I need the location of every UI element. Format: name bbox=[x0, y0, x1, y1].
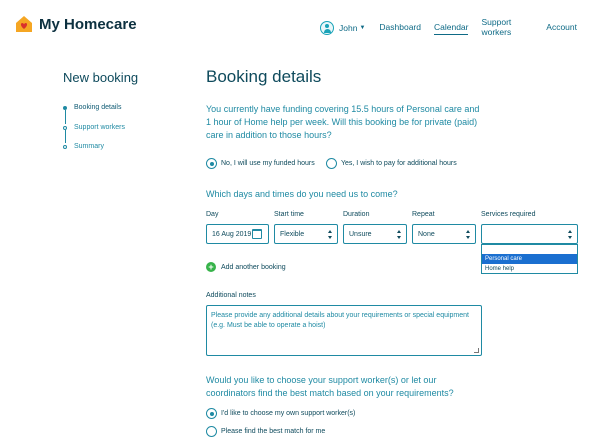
option-personal-care[interactable]: Personal care bbox=[482, 254, 577, 264]
step-label: Summary bbox=[74, 143, 104, 150]
brand-name: My Homecare bbox=[39, 15, 137, 33]
calendar-icon[interactable] bbox=[252, 229, 262, 239]
radio-use-funded[interactable]: No, I will use my funded hours bbox=[206, 158, 315, 169]
chevron-down-icon: ▼ bbox=[359, 25, 366, 31]
day-value: 16 Aug 2019 bbox=[212, 230, 252, 238]
services-dropdown: Personal care Home help bbox=[481, 244, 578, 274]
nav-account[interactable]: Account bbox=[546, 22, 577, 34]
select-arrows-icon bbox=[328, 230, 333, 239]
house-heart-icon bbox=[15, 15, 33, 33]
step-summary[interactable]: Summary bbox=[63, 143, 125, 163]
radio-best-match[interactable]: Please find the best match for me bbox=[206, 426, 325, 437]
notes-label: Additional notes bbox=[206, 292, 256, 299]
select-arrows-icon bbox=[568, 230, 573, 239]
notes-placeholder: Please provide any additional details ab… bbox=[211, 312, 469, 329]
step-list: Booking details Support workers Summary bbox=[63, 104, 125, 163]
worker-question: Would you like to choose your support wo… bbox=[206, 375, 454, 398]
radio-unchecked-icon[interactable] bbox=[326, 158, 337, 169]
plus-icon: + bbox=[206, 262, 216, 272]
step-label: Support workers bbox=[74, 123, 125, 131]
repeat-select[interactable]: None bbox=[412, 224, 476, 244]
sidebar-title: New booking bbox=[63, 70, 139, 85]
user-name: John bbox=[339, 23, 358, 33]
radio-label: Please find the best match for me bbox=[221, 428, 326, 435]
services-label: Services required bbox=[481, 211, 536, 218]
start-time-value: Flexible bbox=[280, 230, 305, 238]
radio-label: I'd like to choose my own support worker… bbox=[221, 410, 356, 417]
radio-checked-icon[interactable] bbox=[206, 408, 217, 419]
services-select[interactable] bbox=[481, 224, 578, 244]
radio-label: No, I will use my funded hours bbox=[221, 160, 315, 167]
add-booking-button[interactable]: + Add another booking bbox=[206, 262, 286, 272]
radio-unchecked-icon[interactable] bbox=[206, 426, 217, 437]
nav-calendar[interactable]: Calendar bbox=[433, 22, 469, 35]
duration-select[interactable]: Unsure bbox=[343, 224, 407, 244]
start-time-label: Start time bbox=[274, 211, 304, 218]
start-time-select[interactable]: Flexible bbox=[274, 224, 338, 244]
radio-choose-worker[interactable]: I'd like to choose my own support worker… bbox=[206, 408, 355, 419]
avatar-icon bbox=[320, 21, 334, 35]
notes-textarea[interactable]: Please provide any additional details ab… bbox=[206, 305, 482, 356]
duration-value: Unsure bbox=[349, 230, 372, 238]
duration-label: Duration bbox=[343, 211, 370, 218]
top-nav: John ▼ Dashboard Calendar Support worker… bbox=[320, 17, 590, 39]
step-booking-details[interactable]: Booking details bbox=[63, 104, 125, 124]
radio-checked-icon[interactable] bbox=[206, 158, 217, 169]
days-question: Which days and times do you need us to c… bbox=[206, 189, 398, 199]
step-connector bbox=[64, 110, 66, 124]
nav-dashboard[interactable]: Dashboard bbox=[379, 22, 421, 34]
brand-logo[interactable]: My Homecare bbox=[15, 15, 137, 33]
select-arrows-icon bbox=[466, 230, 471, 239]
user-menu[interactable]: John ▼ bbox=[320, 21, 365, 35]
day-label: Day bbox=[206, 211, 219, 218]
step-connector bbox=[64, 129, 66, 143]
resize-handle-icon[interactable] bbox=[474, 348, 479, 353]
step-dot bbox=[63, 145, 67, 149]
step-support-workers[interactable]: Support workers bbox=[63, 123, 125, 143]
repeat-label: Repeat bbox=[412, 211, 435, 218]
funding-question: You currently have funding covering 15.5… bbox=[206, 104, 480, 140]
page-title: Booking details bbox=[206, 67, 322, 86]
select-arrows-icon bbox=[397, 230, 402, 239]
repeat-value: None bbox=[418, 230, 435, 238]
add-booking-label: Add another booking bbox=[221, 263, 286, 271]
nav-support-workers[interactable]: Support workers bbox=[481, 17, 533, 39]
radio-pay-additional[interactable]: Yes, I wish to pay for additional hours bbox=[326, 158, 457, 169]
day-date-input[interactable]: 16 Aug 2019 bbox=[206, 224, 269, 244]
step-label: Booking details bbox=[74, 104, 122, 111]
option-home-help[interactable]: Home help bbox=[482, 264, 577, 274]
radio-label: Yes, I wish to pay for additional hours bbox=[341, 160, 457, 167]
